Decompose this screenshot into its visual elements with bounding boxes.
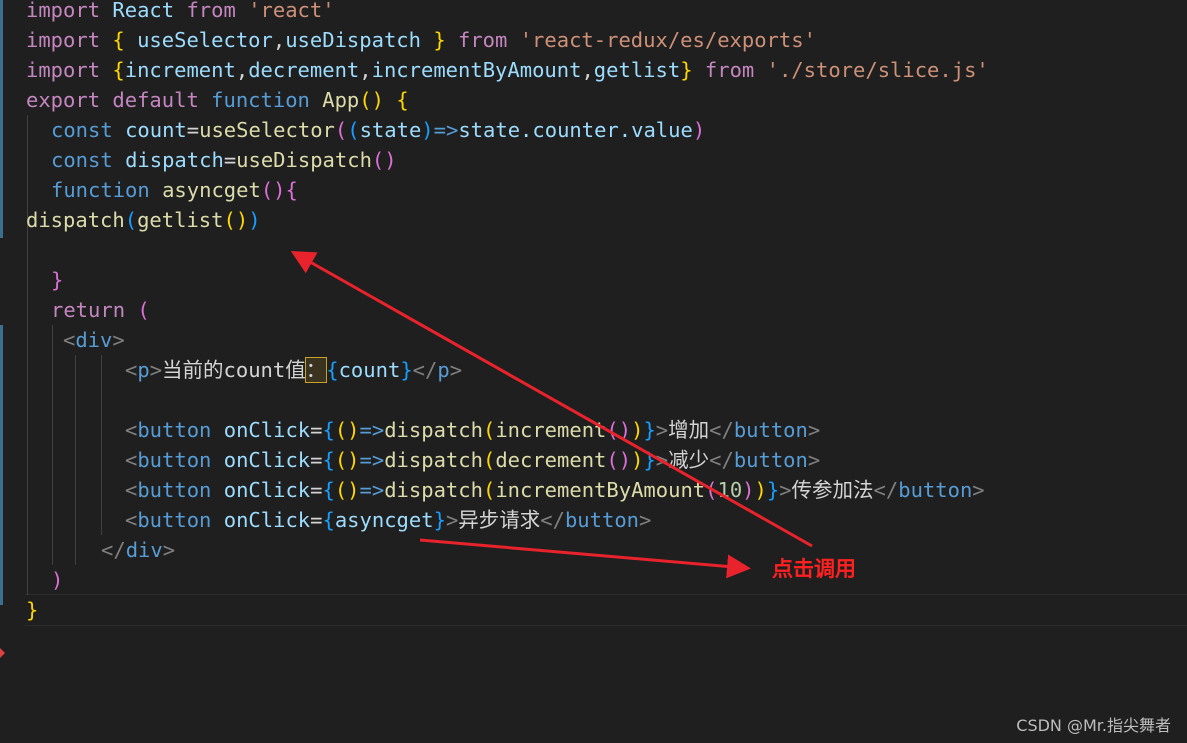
watermark: CSDN @Mr.指尖舞者	[1016, 716, 1171, 735]
code-editor[interactable]: import React from 'react' import { useSe…	[0, 0, 1187, 743]
annotation-label: 点击调用	[772, 557, 856, 581]
arrow-to-dispatch	[290, 251, 813, 548]
arrow-from-asyncget	[419, 538, 751, 579]
annotation-arrows	[290, 251, 813, 579]
